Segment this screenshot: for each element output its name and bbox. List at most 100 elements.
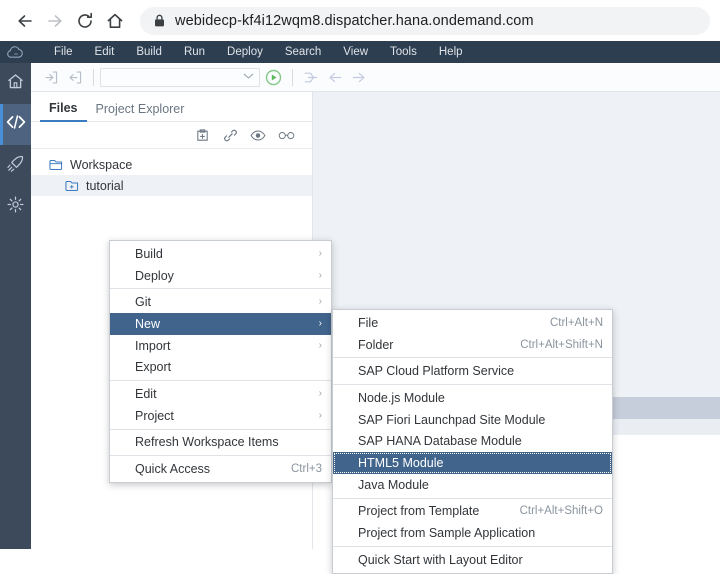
left-rail: ∞ bbox=[0, 41, 31, 549]
menu-item-label: Export bbox=[135, 360, 172, 375]
chevron-right-icon: › bbox=[318, 409, 322, 421]
folder-open-icon bbox=[46, 158, 67, 171]
menu-separator bbox=[110, 428, 331, 430]
menubar-item-edit[interactable]: Edit bbox=[84, 41, 126, 63]
address-bar[interactable]: webidecp-kf4i12wqm8.dispatcher.hana.onde… bbox=[140, 6, 710, 35]
menu-item-new[interactable]: New › bbox=[110, 313, 331, 335]
import-icon[interactable] bbox=[39, 65, 63, 89]
menubar-item-search[interactable]: Search bbox=[274, 41, 332, 63]
link-icon[interactable] bbox=[216, 124, 244, 146]
submenu-item-sap-cloud-platform-service[interactable]: SAP Cloud Platform Service bbox=[333, 360, 612, 382]
browser-toolbar: webidecp-kf4i12wqm8.dispatcher.hana.onde… bbox=[0, 0, 720, 41]
chevron-right-icon: › bbox=[318, 339, 322, 351]
menubar-item-view[interactable]: View bbox=[332, 41, 379, 63]
browser-reload-button[interactable] bbox=[70, 6, 100, 36]
tab-files[interactable]: Files bbox=[40, 101, 87, 122]
svg-text:∞: ∞ bbox=[14, 51, 18, 57]
menu-item-deploy[interactable]: Deploy › bbox=[110, 265, 331, 287]
eye-icon[interactable] bbox=[244, 124, 272, 146]
menu-item-project[interactable]: Project › bbox=[110, 405, 331, 427]
main-toolbar bbox=[31, 63, 720, 92]
menubar-item-help[interactable]: Help bbox=[428, 41, 474, 63]
menu-item-export[interactable]: Export bbox=[110, 356, 331, 378]
glasses-icon[interactable] bbox=[272, 124, 300, 146]
folder-project-icon bbox=[62, 179, 83, 192]
submenu-item-sap-hana-database-module[interactable]: SAP HANA Database Module bbox=[333, 430, 612, 452]
menu-item-label: Git bbox=[135, 295, 151, 310]
menubar-item-deploy[interactable]: Deploy bbox=[216, 41, 274, 63]
chevron-right-icon: › bbox=[318, 247, 322, 259]
explorer-tabs: Files Project Explorer bbox=[31, 92, 312, 122]
browser-home-button[interactable] bbox=[100, 6, 130, 36]
context-menu: Build › Deploy › Git › New › Import › Export Edit › P… bbox=[109, 240, 332, 483]
menu-item-label: Project from Sample Application bbox=[358, 526, 536, 541]
rail-item-home[interactable] bbox=[0, 63, 31, 104]
run-configuration-select[interactable] bbox=[100, 67, 260, 87]
submenu-item-file[interactable]: File Ctrl+Alt+N bbox=[333, 312, 612, 334]
submenu-item-folder[interactable]: Folder Ctrl+Alt+Shift+N bbox=[333, 334, 612, 356]
rail-item-preferences[interactable] bbox=[0, 186, 31, 227]
submenu-item-node-js-module[interactable]: Node.js Module bbox=[333, 387, 612, 409]
rail-item-deploy[interactable] bbox=[0, 145, 31, 186]
context-submenu-new: File Ctrl+Alt+N Folder Ctrl+Alt+Shift+N SAP … bbox=[332, 309, 613, 574]
menu-item-label: Project from Template bbox=[358, 504, 480, 519]
menu-separator bbox=[110, 288, 331, 290]
submenu-item-quick-start-with-layout-editor[interactable]: Quick Start with Layout Editor bbox=[333, 549, 612, 571]
tree-item-label: tutorial bbox=[86, 178, 124, 193]
menu-item-refresh-workspace-items[interactable]: Refresh Workspace Items bbox=[110, 432, 331, 454]
menubar-item-run[interactable]: Run bbox=[173, 41, 216, 63]
menu-item-import[interactable]: Import › bbox=[110, 335, 331, 357]
arrow-back-icon[interactable] bbox=[323, 65, 347, 89]
menu-item-label: Quick Access bbox=[135, 462, 211, 477]
menu-item-git[interactable]: Git › bbox=[110, 291, 331, 313]
submenu-item-project-from-template[interactable]: Project from Template Ctrl+Alt+Shift+O bbox=[333, 501, 612, 523]
menu-item-label: Refresh Workspace Items bbox=[135, 435, 279, 450]
menu-item-label: File bbox=[358, 315, 379, 330]
tree-item-label: Workspace bbox=[70, 157, 133, 172]
menubar-item-file[interactable]: File bbox=[43, 41, 84, 63]
chevron-right-icon: › bbox=[318, 387, 322, 399]
browser-back-button[interactable] bbox=[10, 6, 40, 36]
browser-forward-button[interactable] bbox=[40, 6, 70, 36]
menu-item-label: Build bbox=[135, 246, 163, 261]
menu-item-label: SAP HANA Database Module bbox=[358, 434, 522, 449]
menu-item-label: Import bbox=[135, 338, 171, 353]
arrow-forward-icon[interactable] bbox=[347, 65, 371, 89]
submenu-item-html5-module[interactable]: HTML5 Module bbox=[333, 452, 612, 474]
toolbar-separator-2 bbox=[292, 68, 293, 86]
submenu-item-java-module[interactable]: Java Module bbox=[333, 474, 612, 496]
sap-cloud-logo-icon: ∞ bbox=[0, 41, 31, 63]
submenu-item-sap-fiori-launchpad-site-module[interactable]: SAP Fiori Launchpad Site Module bbox=[333, 409, 612, 431]
menu-item-label: New bbox=[135, 316, 161, 331]
menu-item-shortcut: Ctrl+Alt+Shift+O bbox=[519, 505, 603, 518]
merge-icon[interactable] bbox=[299, 65, 323, 89]
menu-item-label: Project bbox=[135, 408, 174, 423]
export-icon[interactable] bbox=[63, 65, 87, 89]
menu-item-build[interactable]: Build › bbox=[110, 243, 331, 265]
menubar-item-build[interactable]: Build bbox=[125, 41, 173, 63]
menu-item-label: SAP Cloud Platform Service bbox=[358, 364, 515, 379]
submenu-item-project-from-sample-application[interactable]: Project from Sample Application bbox=[333, 522, 612, 544]
tree-item-tutorial[interactable]: tutorial bbox=[31, 175, 312, 196]
menu-item-label: Java Module bbox=[358, 477, 429, 492]
menubar-item-tools[interactable]: Tools bbox=[379, 41, 428, 63]
menu-item-label: Edit bbox=[135, 386, 157, 401]
menu-item-label: HTML5 Module bbox=[358, 455, 444, 470]
home-icon bbox=[6, 72, 25, 96]
rail-item-development[interactable] bbox=[0, 104, 31, 145]
webide-app: ∞ File Edit Build Run Deploy Search View… bbox=[0, 41, 720, 574]
tree-item-workspace[interactable]: Workspace bbox=[31, 154, 312, 175]
rocket-icon bbox=[6, 154, 25, 178]
menu-item-shortcut: Ctrl+3 bbox=[291, 463, 322, 476]
new-file-icon[interactable] bbox=[188, 124, 216, 146]
gear-icon bbox=[6, 195, 25, 219]
menu-item-edit[interactable]: Edit › bbox=[110, 383, 331, 405]
run-play-icon[interactable] bbox=[260, 65, 286, 89]
menu-item-quick-access[interactable]: Quick Access Ctrl+3 bbox=[110, 458, 331, 480]
menu-separator bbox=[110, 455, 331, 457]
menu-item-label: SAP Fiori Launchpad Site Module bbox=[358, 412, 546, 427]
menu-item-label: Quick Start with Layout Editor bbox=[358, 552, 523, 567]
chevron-right-icon: › bbox=[318, 296, 322, 308]
menu-item-label: Folder bbox=[358, 337, 394, 352]
tab-project-explorer[interactable]: Project Explorer bbox=[87, 102, 194, 121]
